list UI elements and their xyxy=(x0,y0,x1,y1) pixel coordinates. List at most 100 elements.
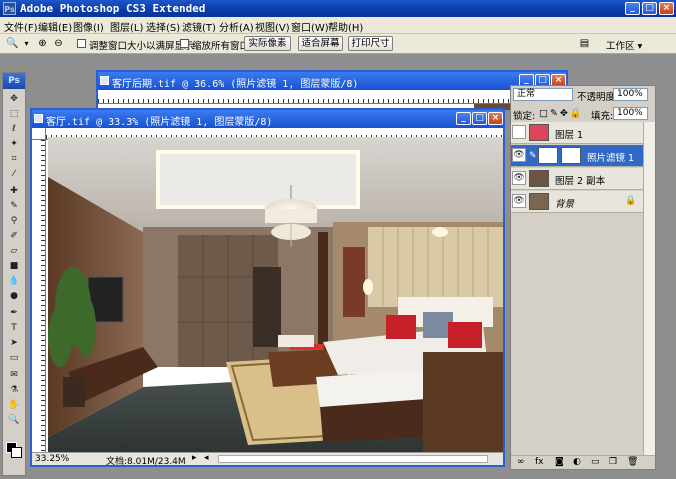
eye-icon[interactable]: 👁 xyxy=(512,171,526,185)
resize-windows-checkbox[interactable] xyxy=(77,39,86,48)
menu-window[interactable]: 窗口(W) xyxy=(291,19,329,34)
slice-tool-icon[interactable]: ⁄ xyxy=(7,168,21,180)
layer-mask-thumbnail[interactable] xyxy=(561,147,581,164)
path-selection-tool-icon[interactable]: ➤ xyxy=(7,337,21,349)
history-brush-tool-icon[interactable]: ✐ xyxy=(7,230,21,242)
ruler-origin[interactable] xyxy=(32,128,46,140)
photoshop-logo-icon: Ps xyxy=(3,2,16,15)
document-front-title: 客厅.tif @ 33.3% (照片滤镜 1, 图层蒙版/8) xyxy=(46,117,273,128)
clone-stamp-tool-icon[interactable]: ⚲ xyxy=(7,215,21,227)
close-button[interactable]: × xyxy=(659,2,674,15)
magic-wand-tool-icon[interactable]: ✦ xyxy=(7,138,21,150)
new-adjustment-icon[interactable]: ◐ xyxy=(573,457,581,467)
eraser-tool-icon[interactable]: ▱ xyxy=(7,245,21,257)
document-front-title-bar[interactable]: 客厅.tif @ 33.3% (照片滤镜 1, 图层蒙版/8) _ □ × xyxy=(32,110,503,128)
document-icon xyxy=(34,114,43,123)
actual-pixels-button[interactable]: 实际像素 xyxy=(244,36,291,51)
document-front-vertical-ruler xyxy=(32,140,46,452)
menu-bar: 文件(F) 编辑(E) 图像(I) 图层(L) 选择(S) 滤镜(T) 分析(A… xyxy=(0,17,676,34)
new-layer-icon[interactable]: ❐ xyxy=(609,457,617,467)
layer-name: 图层 1 xyxy=(555,130,584,141)
minimize-button[interactable]: _ xyxy=(625,2,640,15)
document-icon xyxy=(100,76,109,85)
scroll-left-arrow-icon[interactable]: ◂ xyxy=(204,453,209,463)
zoom-level-field[interactable]: 33.25% xyxy=(35,454,69,464)
tools-panel: Ps ✥ ⬚ ℓ ✦ ⌗ ⁄ ✚ ✎ ⚲ ✐ ▱ ■ 💧 ● ✒ T ➤ ▭ ✉… xyxy=(2,72,26,476)
add-mask-icon[interactable]: ◙ xyxy=(555,457,564,467)
menu-layer[interactable]: 图层(L) xyxy=(110,19,143,34)
document-canvas-image[interactable] xyxy=(48,137,503,452)
maximize-button[interactable]: □ xyxy=(642,2,657,15)
app-title-bar: Ps Adobe Photoshop CS3 Extended _ □ × xyxy=(0,0,676,17)
link-layers-icon[interactable]: ∞ xyxy=(517,457,525,467)
layer-thumbnail xyxy=(529,193,549,210)
brush-tool-icon[interactable]: ✎ xyxy=(7,200,21,212)
tool-preset-dropdown-icon[interactable]: ▾ xyxy=(20,37,33,50)
menu-analysis[interactable]: 分析(A) xyxy=(219,19,254,34)
layer-thumbnail xyxy=(529,124,549,141)
menu-view[interactable]: 视图(V) xyxy=(255,19,290,34)
layer-row[interactable]: 图层 1 xyxy=(511,122,643,144)
background-color-swatch[interactable] xyxy=(11,447,22,458)
lock-label: 锁定: xyxy=(513,111,536,122)
horizontal-scrollbar[interactable] xyxy=(218,455,488,463)
print-size-button[interactable]: 打印尺寸 xyxy=(348,36,393,51)
palette-well-icon[interactable]: ▤ xyxy=(578,37,591,50)
menu-select[interactable]: 选择(S) xyxy=(146,19,180,34)
layer-row[interactable]: 👁 背景 🔒 xyxy=(511,191,643,213)
eyedropper-tool-icon[interactable]: ⚗ xyxy=(7,384,21,396)
lasso-tool-icon[interactable]: ℓ xyxy=(7,123,21,135)
fit-screen-button[interactable]: 适合屏幕 xyxy=(298,36,343,51)
zoom-in-icon[interactable]: ⊕ xyxy=(36,37,49,50)
zoom-tool-icon[interactable]: 🔍 xyxy=(6,37,19,50)
marquee-tool-icon[interactable]: ⬚ xyxy=(7,108,21,120)
layers-scrollbar[interactable] xyxy=(643,122,655,459)
menu-image[interactable]: 图像(I) xyxy=(73,19,104,34)
app-title: Adobe Photoshop CS3 Extended xyxy=(20,2,206,15)
healing-brush-tool-icon[interactable]: ✚ xyxy=(7,185,21,197)
options-bar: 🔍 ▾ ⊕ ⊖ 调整窗口大小以满屏显示 缩放所有窗口 实际像素 适合屏幕 打印尺… xyxy=(0,34,676,54)
document-back-title-bar[interactable]: 客厅后期.tif @ 36.6% (照片滤镜 1, 图层蒙版/8) _ □ × xyxy=(98,72,566,90)
zoom-all-checkbox[interactable] xyxy=(180,39,189,48)
fill-input[interactable]: 100% xyxy=(613,107,648,120)
move-tool-icon[interactable]: ✥ xyxy=(7,93,21,105)
blend-mode-select[interactable]: 正常 xyxy=(513,88,573,101)
opacity-input[interactable]: 100% xyxy=(613,88,648,101)
eye-icon[interactable]: 👁 xyxy=(512,194,526,208)
layers-panel: 正常 不透明度: 100% 锁定: □✎✥🔒 填充: 100% 图层 1 👁 ✎… xyxy=(510,85,656,470)
hand-tool-icon[interactable]: ✋ xyxy=(7,399,21,411)
document-front-maximize-button[interactable]: □ xyxy=(472,112,487,125)
document-window-back[interactable]: 客厅后期.tif @ 36.6% (照片滤镜 1, 图层蒙版/8) _ □ × xyxy=(96,70,568,110)
pen-tool-icon[interactable]: ✒ xyxy=(7,307,21,319)
dodge-tool-icon[interactable]: ● xyxy=(7,290,21,302)
layer-style-icon[interactable]: fx xyxy=(535,457,544,467)
layer-name: 照片滤镜 1 xyxy=(587,153,635,164)
document-front-close-button[interactable]: × xyxy=(488,112,503,125)
notes-tool-icon[interactable]: ✉ xyxy=(7,369,21,381)
menu-edit[interactable]: 编辑(E) xyxy=(38,19,72,34)
zoom-out-icon[interactable]: ⊖ xyxy=(52,37,65,50)
type-tool-icon[interactable]: T xyxy=(7,322,21,334)
status-menu-arrow-icon[interactable]: ▸ xyxy=(192,453,197,463)
shape-tool-icon[interactable]: ▭ xyxy=(7,352,21,364)
menu-help[interactable]: 帮助(H) xyxy=(328,19,363,34)
zoom-tool-palette-icon[interactable]: 🔍 xyxy=(7,414,21,426)
new-group-icon[interactable]: ▭ xyxy=(591,457,600,467)
document-info-field: 文档:8.01M/23.4M xyxy=(106,457,186,467)
document-status-bar: 33.25% 文档:8.01M/23.4M ▸ ◂ xyxy=(32,452,503,467)
visibility-toggle[interactable] xyxy=(512,125,526,139)
workspace-menu[interactable]: 工作区 ▾ xyxy=(606,38,642,52)
menu-filter[interactable]: 滤镜(T) xyxy=(182,19,216,34)
layer-thumbnail xyxy=(529,170,549,187)
delete-layer-icon[interactable]: 🗑 xyxy=(627,457,638,467)
lock-icons[interactable]: □✎✥🔒 xyxy=(539,108,584,119)
crop-tool-icon[interactable]: ⌗ xyxy=(7,153,21,165)
menu-file[interactable]: 文件(F) xyxy=(4,19,38,34)
blur-tool-icon[interactable]: 💧 xyxy=(7,275,21,287)
gradient-tool-icon[interactable]: ■ xyxy=(7,260,21,272)
layer-row[interactable]: 👁 图层 2 副本 xyxy=(511,168,643,190)
living-room-render xyxy=(48,137,503,452)
document-front-minimize-button[interactable]: _ xyxy=(456,112,471,125)
layer-row[interactable]: 👁 ✎ 照片滤镜 1 xyxy=(511,145,643,167)
eye-icon[interactable]: 👁 xyxy=(512,148,526,162)
